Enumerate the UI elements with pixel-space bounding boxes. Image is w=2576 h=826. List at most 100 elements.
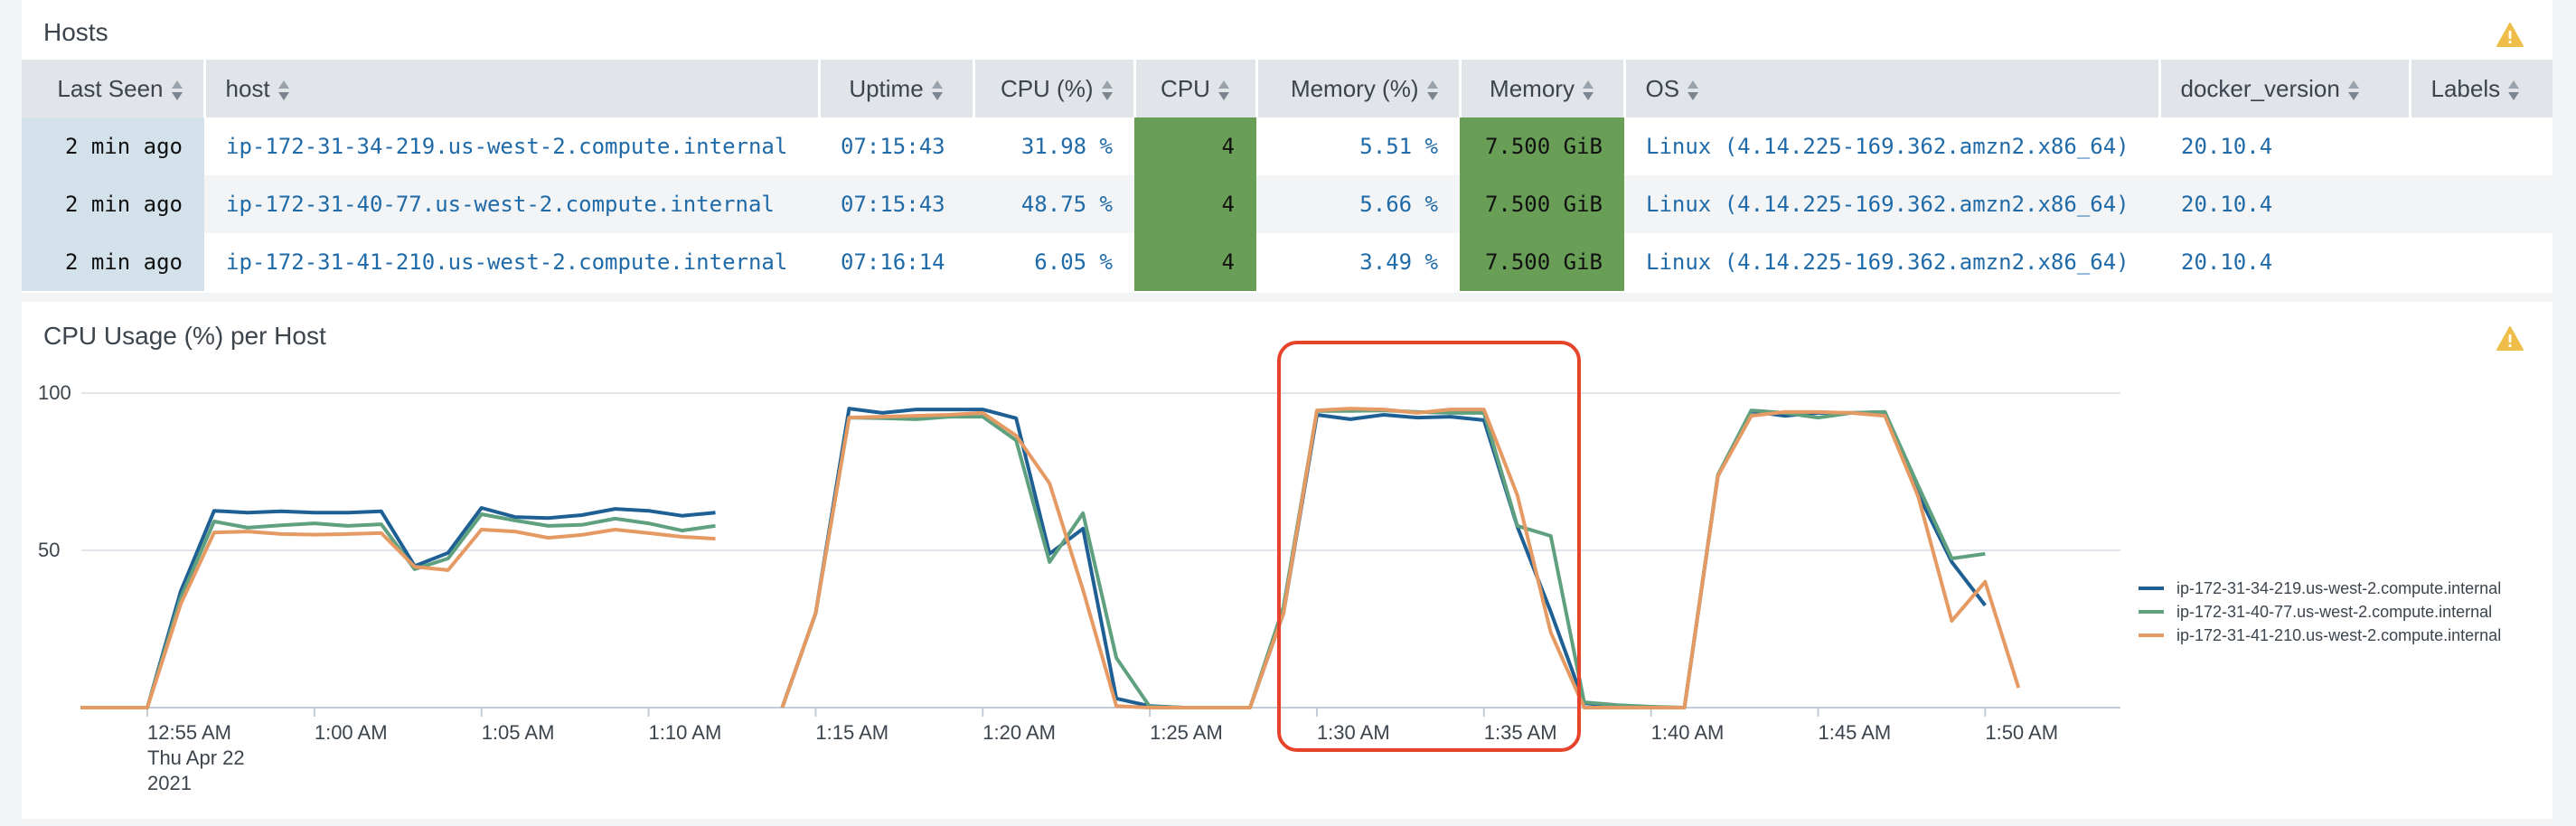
x-tick-label: 1:35 AM (1484, 721, 1557, 744)
cell-memory: 7.500 GiB (1460, 175, 1624, 233)
legend-label: ip-172-31-34-219.us-west-2.compute.inter… (2176, 578, 2502, 597)
cell-docker-version[interactable]: 20.10.4 (2159, 233, 2410, 291)
x-tick-label: 1:15 AM (815, 721, 888, 744)
cell-mem-pct[interactable]: 5.51 % (1256, 117, 1460, 175)
sort-icon[interactable] (1101, 80, 1114, 101)
column-header-docker-version[interactable]: docker_version (2159, 60, 2411, 117)
table-row[interactable]: 2 min ago ip-172-31-40-77.us-west-2.compu… (22, 175, 2552, 233)
column-header-cpu[interactable]: CPU (1134, 60, 1258, 117)
sort-icon[interactable] (171, 80, 183, 101)
cell-cpu-pct[interactable]: 48.75 % (973, 175, 1134, 233)
sort-icon[interactable] (1582, 80, 1594, 101)
x-tick-label: 1:20 AM (982, 721, 1056, 744)
column-header-labels[interactable]: Labels (2410, 60, 2552, 117)
x-tick-label: 1:50 AM (1985, 721, 2058, 744)
table-header-row: Last Seen host Uptime CPU (%) CPU Memory (%) M… (22, 60, 2552, 117)
y-tick-label: 50 (38, 539, 60, 561)
cell-labels (2410, 233, 2552, 291)
y-tick-label: 100 (38, 381, 71, 404)
cell-cpu-pct[interactable]: 31.98 % (973, 117, 1134, 175)
legend-item[interactable]: ip-172-31-40-77.us-west-2.compute.intern… (2139, 600, 2501, 624)
column-header-uptime[interactable]: Uptime (819, 60, 975, 117)
column-header-label: CPU (1161, 74, 1210, 102)
cell-mem-pct[interactable]: 5.66 % (1256, 175, 1460, 233)
cell-cpu: 4 (1134, 117, 1256, 175)
cell-labels (2410, 175, 2552, 233)
column-header-label: Labels (2430, 74, 2501, 102)
sort-icon[interactable] (1687, 80, 1699, 101)
x-tick-label: 1:30 AM (1317, 721, 1390, 744)
sort-icon[interactable] (1217, 80, 1230, 101)
series-line-2 (80, 512, 716, 709)
column-header-label: Last Seen (57, 74, 164, 102)
column-header-label: docker_version (2180, 74, 2340, 102)
series-line-1 (780, 407, 1987, 709)
cell-host[interactable]: ip-172-31-41-210.us-west-2.compute.inter… (204, 233, 819, 291)
x-tick-label: 1:05 AM (482, 721, 555, 744)
chart-legend: ip-172-31-34-219.us-west-2.compute.inter… (2139, 577, 2501, 647)
cpu-line-chart: 50 100 12:55 AMThu Apr 22 2021 1:00 AM 1:05 A… (38, 381, 2120, 794)
x-tick-label: 1:45 AM (1819, 721, 1892, 744)
legend-item[interactable]: ip-172-31-41-210.us-west-2.compute.inter… (2139, 624, 2501, 647)
cell-os[interactable]: Linux (4.14.225-169.362.amzn2.x86_64) (1624, 117, 2159, 175)
cell-uptime[interactable]: 07:16:14 (819, 233, 973, 291)
column-header-host[interactable]: host (204, 60, 821, 117)
series-line-3 (780, 407, 2021, 709)
cell-uptime[interactable]: 07:15:43 (819, 117, 973, 175)
x-tick-label: 12:55 AM (147, 721, 231, 744)
column-header-os[interactable]: OS (1624, 60, 2161, 117)
cell-last-seen: 2 min ago (22, 117, 204, 175)
series-line-2 (780, 408, 1986, 709)
sort-icon[interactable] (2347, 80, 2360, 101)
x-tick-sublabel: 2021 (147, 772, 192, 794)
x-tick-label: 1:10 AM (649, 721, 722, 744)
column-header-label: OS (1645, 74, 1680, 102)
x-tick-label: 1:40 AM (1651, 721, 1725, 744)
legend-label: ip-172-31-40-77.us-west-2.compute.intern… (2176, 602, 2493, 621)
sort-icon[interactable] (1426, 80, 1439, 101)
cpu-usage-panel: CPU Usage (%) per Host 50 100 12:55 AM Thu … (22, 302, 2552, 819)
cell-os[interactable]: Linux (4.14.225-169.362.amzn2.x86_64) (1624, 175, 2159, 233)
sort-icon[interactable] (2507, 80, 2520, 101)
column-header-label: host (225, 74, 270, 102)
legend-swatch (2139, 610, 2164, 614)
x-tick-label: 1:25 AM (1150, 721, 1223, 744)
cell-memory: 7.500 GiB (1460, 233, 1624, 291)
legend-label: ip-172-31-41-210.us-west-2.compute.inter… (2176, 625, 2502, 644)
cell-host[interactable]: ip-172-31-40-77.us-west-2.compute.intern… (204, 175, 819, 233)
series-line-1 (80, 506, 716, 709)
table-row[interactable]: 2 min ago ip-172-31-34-219.us-west-2.comp… (22, 117, 2552, 175)
table-row[interactable]: 2 min ago ip-172-31-41-210.us-west-2.comp… (22, 233, 2552, 291)
cell-docker-version[interactable]: 20.10.4 (2159, 117, 2410, 175)
cell-docker-version[interactable]: 20.10.4 (2159, 175, 2410, 233)
column-header-last-seen[interactable]: Last Seen (22, 60, 206, 117)
cell-host[interactable]: ip-172-31-34-219.us-west-2.compute.inter… (204, 117, 819, 175)
sort-icon[interactable] (931, 80, 944, 101)
sort-icon[interactable] (277, 80, 290, 101)
cell-os[interactable]: Linux (4.14.225-169.362.amzn2.x86_64) (1624, 233, 2159, 291)
cell-labels (2410, 117, 2552, 175)
hosts-panel: Hosts Last Seen host Uptime CPU (%) CPU Memor… (22, 0, 2552, 293)
legend-swatch (2139, 587, 2164, 590)
cell-cpu: 4 (1134, 233, 1256, 291)
warning-icon[interactable] (2496, 23, 2524, 47)
column-header-memory[interactable]: Memory (%) (1256, 60, 1462, 117)
x-tick-label: 1:00 AM (315, 721, 388, 744)
hosts-table: Last Seen host Uptime CPU (%) CPU Memory (%) M… (22, 60, 2552, 291)
cell-last-seen: 2 min ago (22, 175, 204, 233)
cell-uptime[interactable]: 07:15:43 (819, 175, 973, 233)
column-header-label: Memory (1490, 74, 1575, 102)
cell-last-seen: 2 min ago (22, 233, 204, 291)
cell-memory: 7.500 GiB (1460, 117, 1624, 175)
hosts-panel-title: Hosts (43, 18, 108, 46)
column-header-label: Memory (%) (1290, 74, 1419, 102)
column-header-memory[interactable]: Memory (1460, 60, 1626, 117)
cell-mem-pct[interactable]: 3.49 % (1256, 233, 1460, 291)
legend-swatch (2139, 634, 2164, 637)
cell-cpu-pct[interactable]: 6.05 % (973, 233, 1134, 291)
legend-item[interactable]: ip-172-31-34-219.us-west-2.compute.inter… (2139, 577, 2501, 600)
cell-cpu: 4 (1134, 175, 1256, 233)
column-header-label: Uptime (849, 74, 924, 102)
column-header-cpu[interactable]: CPU (%) (973, 60, 1136, 117)
series-line-3 (80, 528, 716, 709)
